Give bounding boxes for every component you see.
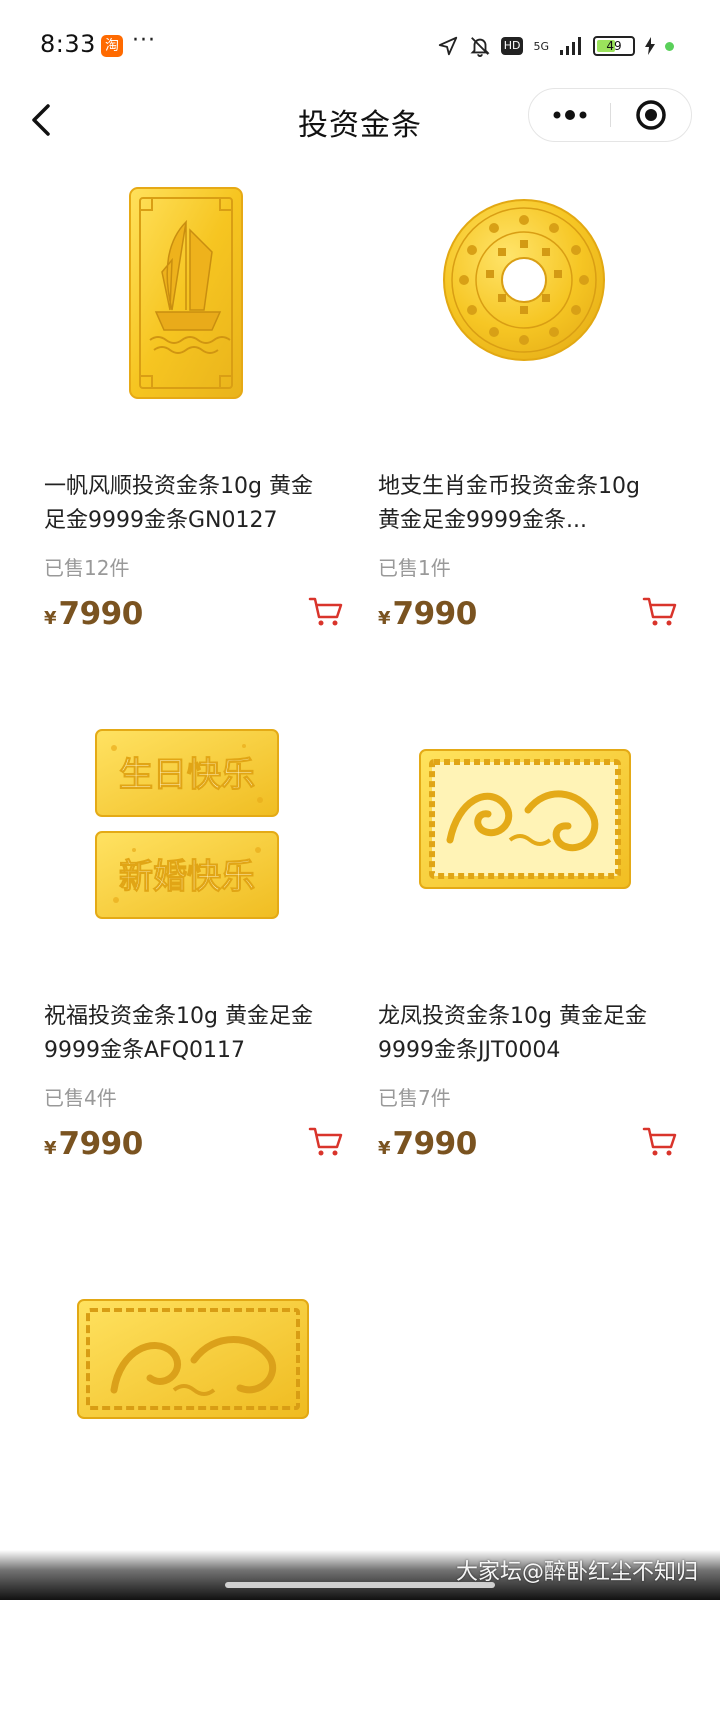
status-bar: 8:33 淘 ··· HD 5G 49 [0,0,720,90]
product-sold-count: 已售4件 [44,1086,117,1110]
bottom-overlay: 大家坛@醉卧红尘不知归 [0,1550,720,1600]
price-currency: ¥ [44,1138,57,1159]
cart-icon [642,597,677,626]
price-currency: ¥ [378,608,391,629]
more-button[interactable] [529,89,611,141]
price-currency: ¥ [378,1138,391,1159]
hd-badge: HD [500,37,524,55]
home-indicator[interactable] [225,1582,495,1588]
product-title: 一帆风顺投资金条10g 黄金足金9999金条GN0127 [44,474,313,533]
charging-icon [645,37,655,55]
watermark-text: 大家坛@醉卧红尘不知归 [455,1560,698,1585]
product-title: 地支生肖金币投资金条10g 黄金足金9999金条... [378,474,640,533]
product-card[interactable]: 生日快乐 新婚快乐 祝福投资金条10g 黄金足金9999金条AFQ0117 已售… [44,690,344,1180]
gold-bar-sailboat-image [129,187,243,399]
privacy-dot-icon [665,41,674,51]
location-icon [438,36,457,56]
product-card[interactable] [44,1220,344,1710]
more-dots-icon [553,110,587,120]
mute-bell-icon [470,37,490,57]
target-close-icon [636,100,666,130]
battery-level: 49 [606,39,622,53]
dragon-phoenix-gold-bar-image [419,749,631,889]
product-sold-count: 已售7件 [378,1086,451,1110]
gold-bar-engraving-birthday: 生日快乐 [119,755,255,795]
product-title: 龙凤投资金条10g 黄金足金9999金条JJT0004 [378,1004,647,1063]
blessing-gold-bars-image: 生日快乐 新婚快乐 [95,729,279,919]
network-label: 5G [533,39,549,53]
price-value: 7990 [392,596,478,632]
taobao-app-icon: 淘 [101,35,123,57]
product-card[interactable]: 一帆风顺投资金条10g 黄金足金9999金条GN0127 已售12件 ¥7990 [44,160,344,650]
status-icons: HD 5G 49 [437,32,674,60]
add-to-cart-button[interactable] [642,596,678,628]
close-mini-program-button[interactable] [611,89,691,141]
product-title: 祝福投资金条10g 黄金足金9999金条AFQ0117 [44,1004,313,1063]
product-card[interactable]: 地支生肖金币投资金条10g 黄金足金9999金条... 已售1件 ¥7990 [378,160,678,650]
price-currency: ¥ [44,608,57,629]
product-price: ¥7990 [378,596,477,632]
product-price: ¥7990 [44,1126,143,1162]
price-value: 7990 [392,1126,478,1162]
cart-icon [642,1127,677,1156]
product-card[interactable]: 龙凤投资金条10g 黄金足金9999金条JJT0004 已售7件 ¥7990 [378,690,678,1180]
gold-bar-engraving-wedding: 新婚快乐 [119,857,255,897]
add-to-cart-button[interactable] [642,1126,678,1158]
product-sold-count: 已售1件 [378,556,451,580]
product-sold-count: 已售12件 [44,556,130,580]
nav-bar: 投资金条 [0,88,720,150]
mini-program-capsule [528,88,692,142]
cart-icon [308,1127,343,1156]
product-price: ¥7990 [44,596,143,632]
price-value: 7990 [58,1126,144,1162]
cart-icon [308,597,343,626]
price-value: 7990 [58,596,144,632]
add-to-cart-button[interactable] [308,1126,344,1158]
product-price: ¥7990 [378,1126,477,1162]
dragon-phoenix-wide-gold-bar-image [77,1299,309,1419]
status-time: 8:33 [40,30,96,58]
status-more-icon: ··· [132,28,156,53]
zodiac-coin-image [443,199,605,361]
signal-icon [560,37,581,55]
add-to-cart-button[interactable] [308,596,344,628]
battery-icon: 49 [593,36,635,56]
